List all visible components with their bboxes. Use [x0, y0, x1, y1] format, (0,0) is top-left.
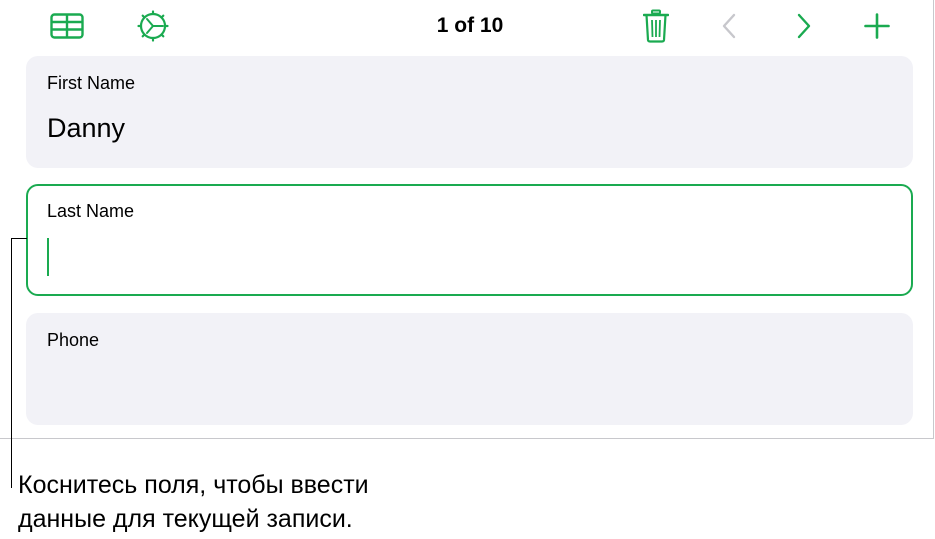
plus-icon[interactable] — [857, 8, 897, 44]
trash-icon[interactable] — [636, 8, 676, 44]
callout-text: Коснитесь поля, чтобы ввести данные для … — [18, 468, 538, 536]
format-gear-icon[interactable] — [133, 8, 173, 44]
field-label: Last Name — [47, 201, 135, 221]
callout-line-tick — [11, 238, 27, 239]
last-name-field[interactable]: Last Name — [26, 184, 913, 296]
phone-field[interactable]: Phone — [26, 313, 913, 425]
record-counter: 1 of 10 — [436, 14, 504, 37]
callout-line — [11, 238, 12, 488]
chevron-right-icon[interactable] — [784, 8, 824, 44]
chevron-left-icon[interactable] — [709, 8, 749, 44]
field-value: Danny — [47, 113, 126, 143]
toolbar: 1 of 10 — [0, 0, 934, 54]
first-name-field[interactable]: First Name Danny — [26, 56, 913, 168]
text-cursor — [47, 238, 49, 276]
table-icon[interactable] — [47, 8, 87, 44]
callout-line-1: Коснитесь поля, чтобы ввести — [18, 471, 369, 499]
field-label: Phone — [47, 330, 100, 350]
callout-line-2: данные для текущей записи. — [18, 505, 353, 533]
field-label: First Name — [47, 73, 136, 93]
form-screen: 1 of 10 First Name Danny Last Name Phone — [0, 0, 934, 439]
